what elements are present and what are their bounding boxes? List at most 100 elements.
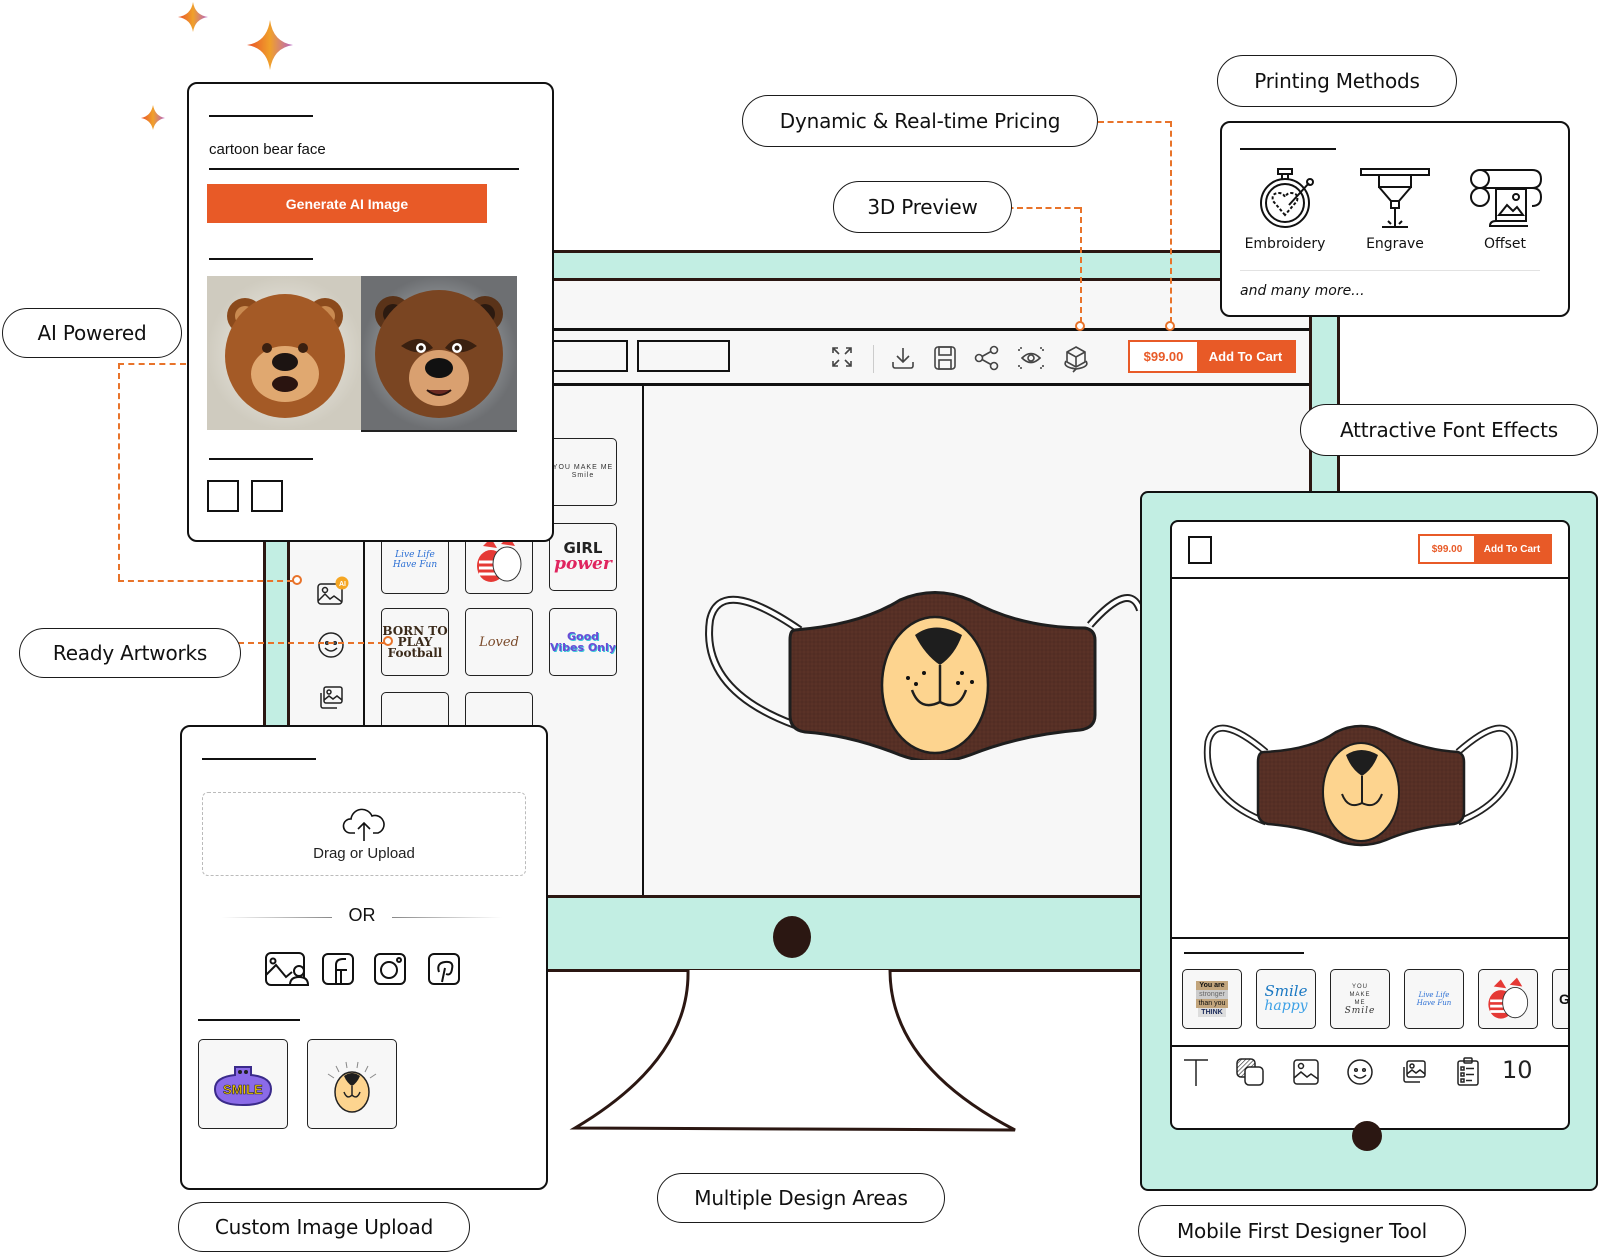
pinterest-icon[interactable] — [424, 949, 464, 989]
ai-result-image-2[interactable] — [361, 276, 517, 432]
mobile-home-button[interactable] — [1352, 1121, 1382, 1151]
generate-ai-image-button[interactable]: Generate AI Image — [207, 184, 487, 223]
emoji-icon[interactable] — [316, 630, 346, 660]
bear-face-sticker-art — [327, 1061, 377, 1113]
clipboard-list-icon[interactable] — [1452, 1054, 1484, 1090]
printing-method-offset[interactable]: Offset — [1460, 167, 1550, 252]
image-icon[interactable] — [1290, 1054, 1322, 1090]
connector-line — [1080, 207, 1082, 323]
facebook-icon[interactable] — [318, 949, 358, 989]
ai-prompt-input[interactable]: cartoon bear face — [209, 141, 519, 158]
artwork-text: Smile — [1264, 982, 1308, 1000]
mobile-menu-box[interactable] — [1188, 536, 1212, 564]
connector-line — [1170, 121, 1172, 323]
instagram-icon[interactable] — [370, 949, 410, 989]
artwork-text: YOU MAKE ME Smile — [552, 464, 614, 479]
svg-text:AI: AI — [339, 581, 346, 588]
option-checkbox-2[interactable] — [251, 480, 283, 512]
artwork-text: GIRL — [1559, 991, 1570, 1007]
feature-label-3d-preview: 3D Preview — [833, 181, 1012, 233]
divider — [1172, 577, 1568, 579]
ai-image-icon[interactable]: AI — [315, 575, 349, 609]
embroidery-hoop-icon — [1260, 168, 1314, 228]
artwork-text: You are — [1196, 981, 1228, 990]
sparkle-icon — [178, 2, 208, 32]
mobile-mask-preview — [1203, 724, 1519, 847]
artwork-item[interactable]: YOU MAKE ME Smile — [549, 438, 617, 506]
connector-dot — [383, 636, 393, 646]
mobile-screen: $99.00 Add To Cart You are stronger than… — [1170, 520, 1570, 1130]
laser-engrave-icon — [1360, 168, 1430, 228]
option-checkbox-1[interactable] — [207, 480, 239, 512]
artwork-text: YOU MAKE ME — [1349, 984, 1371, 1006]
smile-sticker-art: SMILE — [213, 1066, 273, 1107]
feature-label-dynamic-pricing: Dynamic & Real-time Pricing — [742, 95, 1098, 147]
desktop-price-cart-group: $99.00 Add To Cart — [1128, 340, 1296, 373]
uploaded-image-bear[interactable] — [307, 1039, 397, 1129]
panel-heading-line — [209, 458, 313, 460]
artwork-text: Loved — [479, 634, 519, 650]
text-icon[interactable] — [1180, 1054, 1212, 1090]
feature-label-multiple-design-areas: Multiple Design Areas — [657, 1173, 945, 1223]
printing-method-embroidery[interactable]: Embroidery — [1240, 167, 1330, 252]
add-to-cart-button[interactable]: Add To Cart — [1197, 342, 1294, 371]
drag-upload-label: Drag or Upload — [313, 844, 415, 862]
connector-dot — [1165, 321, 1175, 331]
mobile-add-to-cart-button[interactable]: Add To Cart — [1474, 536, 1550, 562]
drag-upload-dropzone[interactable]: Drag or Upload — [202, 792, 526, 876]
divider — [1240, 270, 1540, 271]
artwork-item[interactable]: GIRL — [1552, 969, 1570, 1029]
cloud-upload-icon — [342, 808, 385, 841]
ai-result-image-1[interactable] — [207, 276, 363, 430]
font-size-counter[interactable]: 10 — [1502, 1056, 1533, 1084]
monitor-stand — [569, 970, 1016, 1132]
feature-label-font-effects: Attractive Font Effects — [1300, 404, 1598, 456]
or-separator: OR — [348, 905, 376, 925]
printing-method-label: Engrave — [1366, 236, 1424, 252]
gallery-icon[interactable] — [316, 683, 346, 713]
artwork-item[interactable]: Good Vibes Only — [549, 608, 617, 676]
gallery-icon[interactable] — [1398, 1054, 1430, 1090]
fullscreen-icon[interactable] — [828, 343, 856, 371]
artwork-item[interactable]: YOU MAKE ME Smile — [1330, 969, 1390, 1029]
3d-cube-icon[interactable] — [1060, 343, 1092, 375]
panel-heading-line — [209, 115, 313, 117]
panel-heading-line — [209, 258, 313, 260]
uploaded-image-smile[interactable]: SMILE — [198, 1039, 288, 1129]
artwork-text: Live Life — [1418, 991, 1450, 999]
artwork-text: THINK — [1198, 1008, 1226, 1017]
artwork-item[interactable]: GIRL power — [549, 523, 617, 591]
divider — [392, 917, 502, 918]
emoji-icon[interactable] — [1344, 1054, 1376, 1090]
artwork-item[interactable]: You are stronger than you THINK — [1182, 969, 1242, 1029]
share-icon[interactable] — [972, 343, 1002, 373]
artwork-item[interactable]: Smile happy — [1256, 969, 1316, 1029]
download-icon[interactable] — [888, 343, 918, 373]
artwork-text: Good Vibes Only — [550, 630, 616, 654]
design-area-tab-2[interactable] — [637, 340, 730, 372]
preview-eye-icon[interactable] — [1015, 343, 1047, 373]
artwork-item[interactable] — [1478, 969, 1538, 1029]
svg-text:SMILE: SMILE — [223, 1082, 263, 1097]
printing-method-engrave[interactable]: Engrave — [1350, 167, 1440, 252]
layers-icon[interactable] — [1234, 1054, 1266, 1090]
printing-method-label: Offset — [1483, 236, 1527, 252]
prompt-underline — [209, 168, 519, 170]
sparkle-icon — [247, 20, 293, 70]
mask-product-canvas — [705, 591, 1140, 760]
panel-heading-line — [198, 1019, 300, 1021]
gallery-user-icon[interactable] — [264, 949, 310, 989]
custom-upload-panel: Drag or Upload OR SMILE — [180, 725, 548, 1190]
save-icon[interactable] — [930, 343, 960, 373]
mobile-price-display: $99.00 — [1420, 536, 1474, 562]
artwork-item[interactable]: Loved — [465, 608, 533, 676]
feature-label-printing-methods: Printing Methods — [1217, 55, 1457, 107]
connector-line — [1098, 121, 1171, 123]
artwork-text: happy — [1264, 998, 1308, 1014]
artwork-item[interactable]: Live Life Have Fun — [1404, 969, 1464, 1029]
artwork-text: Have Fun — [1416, 999, 1452, 1007]
feature-label-ready-artworks: Ready Artworks — [19, 628, 241, 678]
panel-heading-line — [1184, 952, 1304, 954]
christmas-cats-art — [1488, 977, 1529, 1019]
divider — [1172, 1045, 1568, 1047]
